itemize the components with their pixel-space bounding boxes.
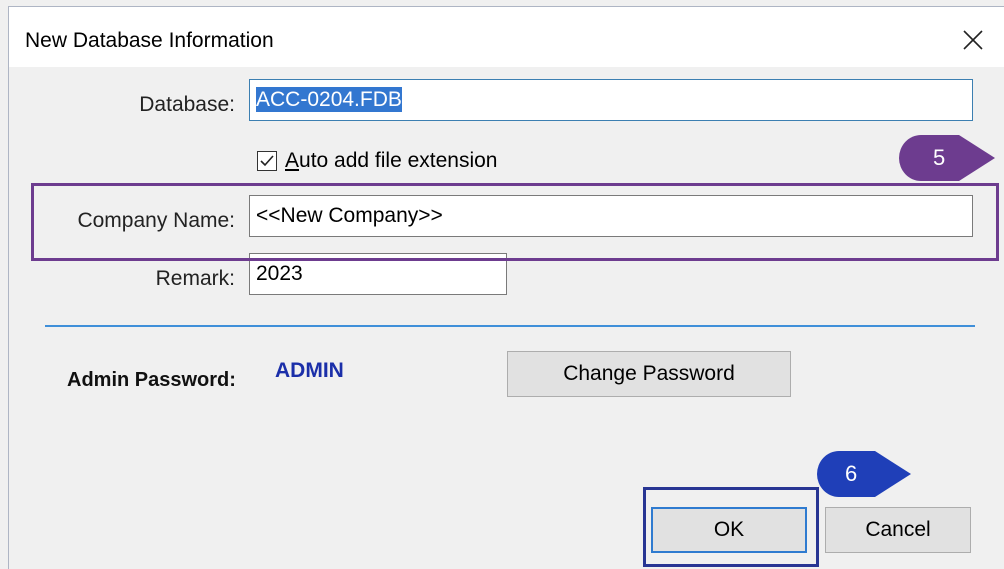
- company-name-label: Company Name:: [77, 209, 235, 232]
- step-6-number: 6: [845, 461, 858, 486]
- remark-value: 2023: [256, 262, 303, 285]
- close-icon: [963, 30, 983, 50]
- new-database-dialog: New Database Information Database: ACC-0…: [8, 6, 1004, 569]
- auto-add-extension-label: Auto add file extension: [285, 149, 498, 172]
- step-5-callout-icon: [899, 135, 995, 181]
- database-label: Database:: [139, 93, 235, 116]
- remark-input[interactable]: 2023: [249, 253, 507, 295]
- step-6-callout-icon: [817, 451, 911, 497]
- step-5-number: 5: [933, 145, 946, 170]
- admin-password-value: ADMIN: [275, 359, 344, 382]
- admin-password-label: Admin Password:: [67, 369, 236, 391]
- section-divider: [45, 325, 975, 327]
- ok-button[interactable]: OK: [651, 507, 807, 553]
- company-name-value: <<New Company>>: [256, 204, 443, 227]
- auto-add-extension-checkbox-row[interactable]: Auto add file extension: [257, 147, 498, 175]
- close-button[interactable]: [956, 23, 990, 57]
- database-input[interactable]: ACC-0204.FDB: [249, 79, 973, 121]
- window-title: New Database Information: [25, 29, 274, 52]
- remark-label: Remark:: [155, 267, 235, 290]
- checkmark-icon: [260, 155, 274, 167]
- change-password-button[interactable]: Change Password: [507, 351, 791, 397]
- title-bar: New Database Information: [9, 7, 1004, 67]
- company-name-input[interactable]: <<New Company>>: [249, 195, 973, 237]
- database-value: ACC-0204.FDB: [256, 87, 402, 112]
- auto-add-extension-checkbox[interactable]: [257, 151, 277, 171]
- cancel-button[interactable]: Cancel: [825, 507, 971, 553]
